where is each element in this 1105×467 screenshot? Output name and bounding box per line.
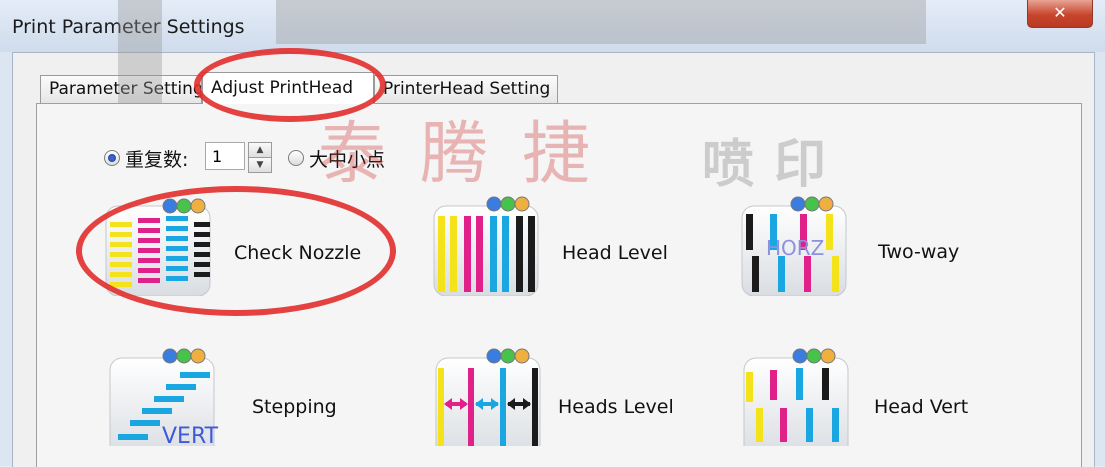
tab-label: PrinterHead Setting xyxy=(383,79,551,99)
heads-level-label: Heads Level xyxy=(558,396,674,418)
check-nozzle-label: Check Nozzle xyxy=(234,242,362,264)
tab-label: Adjust PrintHead xyxy=(211,78,354,98)
close-icon: ✕ xyxy=(1053,3,1067,22)
repeat-count-label: 重复数: xyxy=(125,149,189,171)
heads-level-button[interactable] xyxy=(432,346,542,459)
tab-adjust-printhead[interactable]: Adjust PrintHead xyxy=(202,72,374,104)
dot-size-radio[interactable] xyxy=(288,150,304,166)
heads-level-icon xyxy=(435,348,541,459)
tab-parameter-setting[interactable]: Parameter Setting xyxy=(40,75,202,103)
print-parameter-settings-window: Print Parameter Settings ✕ Parameter Set… xyxy=(0,0,1105,467)
repeat-count-radio[interactable] xyxy=(104,150,120,166)
check-nozzle-button[interactable] xyxy=(102,196,212,297)
stepping-button[interactable]: VERT xyxy=(106,346,219,459)
repeat-count-input[interactable]: 1 xyxy=(205,142,245,170)
head-level-icon xyxy=(433,196,539,297)
head-vert-icon xyxy=(743,348,849,459)
stepping-label: Stepping xyxy=(252,396,337,418)
two-way-button[interactable]: HORZ xyxy=(738,196,848,297)
close-button[interactable]: ✕ xyxy=(1027,0,1093,28)
tab-label: Parameter Setting xyxy=(49,79,202,99)
head-vert-label: Head Vert xyxy=(874,396,969,418)
check-nozzle-icon xyxy=(105,198,211,297)
spin-up-button[interactable]: ▲ xyxy=(248,142,272,158)
two-way-icon-text: HORZ xyxy=(766,236,825,260)
spin-down-button[interactable]: ▼ xyxy=(248,157,272,173)
head-level-button[interactable] xyxy=(430,196,540,297)
window-title: Print Parameter Settings xyxy=(12,16,245,38)
two-way-label: Two-way xyxy=(878,241,960,263)
title-bar: Print Parameter Settings ✕ xyxy=(0,0,1105,52)
head-vert-button[interactable] xyxy=(740,346,850,459)
head-level-label: Head Level xyxy=(562,242,668,264)
dot-size-label: 大中小点 xyxy=(309,149,386,171)
tab-printerhead-setting[interactable]: PrinterHead Setting xyxy=(374,75,558,103)
stepping-icon-text: VERT xyxy=(162,424,219,449)
